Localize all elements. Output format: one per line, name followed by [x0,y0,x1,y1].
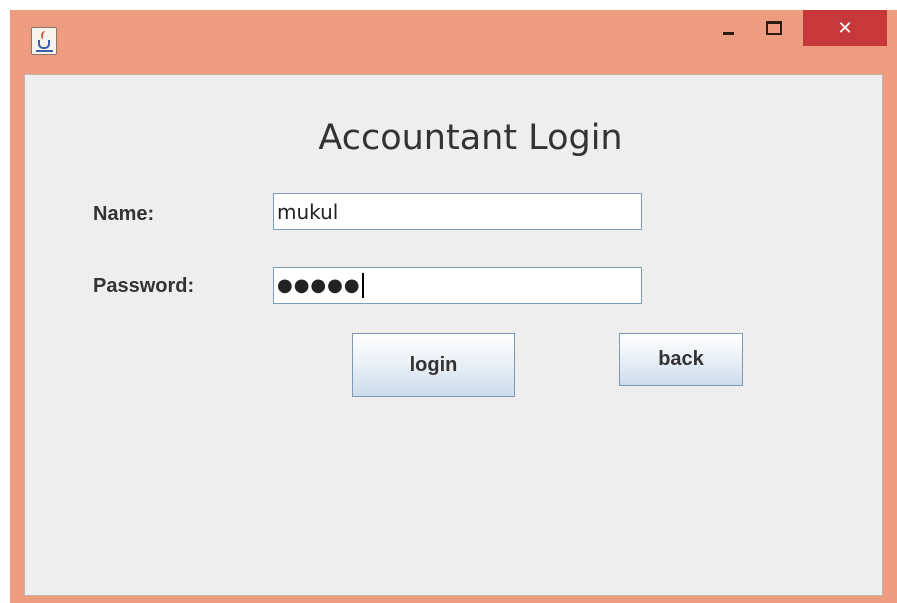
close-icon: ✕ [837,17,853,39]
back-button[interactable]: back [619,333,743,386]
login-button[interactable]: login [352,333,515,397]
password-label: Password: [93,275,195,297]
back-button-label: back [658,348,704,370]
login-panel: Accountant Login Name: mukul Password: ●… [24,74,883,596]
name-field[interactable]: mukul [273,193,642,230]
name-label: Name: [93,203,155,225]
maximize-button[interactable] [751,10,797,46]
password-field[interactable]: ●●●●● [273,267,642,304]
java-icon[interactable] [31,27,57,55]
text-caret [361,273,364,298]
java-saucer [36,50,53,52]
password-field-value: ●●●●● [277,275,361,296]
maximize-icon [766,21,782,35]
minimize-button[interactable] [705,10,751,46]
login-button-label: login [409,353,458,376]
app-window: ✕ Accountant Login Name: mukul Password:… [10,10,897,603]
java-cup [38,40,50,49]
page-title: Accountant Login [318,118,623,158]
title-bar[interactable]: ✕ [10,10,897,74]
name-field-value: mukul [277,199,339,224]
minimize-icon [722,31,734,35]
close-button[interactable]: ✕ [803,10,887,46]
